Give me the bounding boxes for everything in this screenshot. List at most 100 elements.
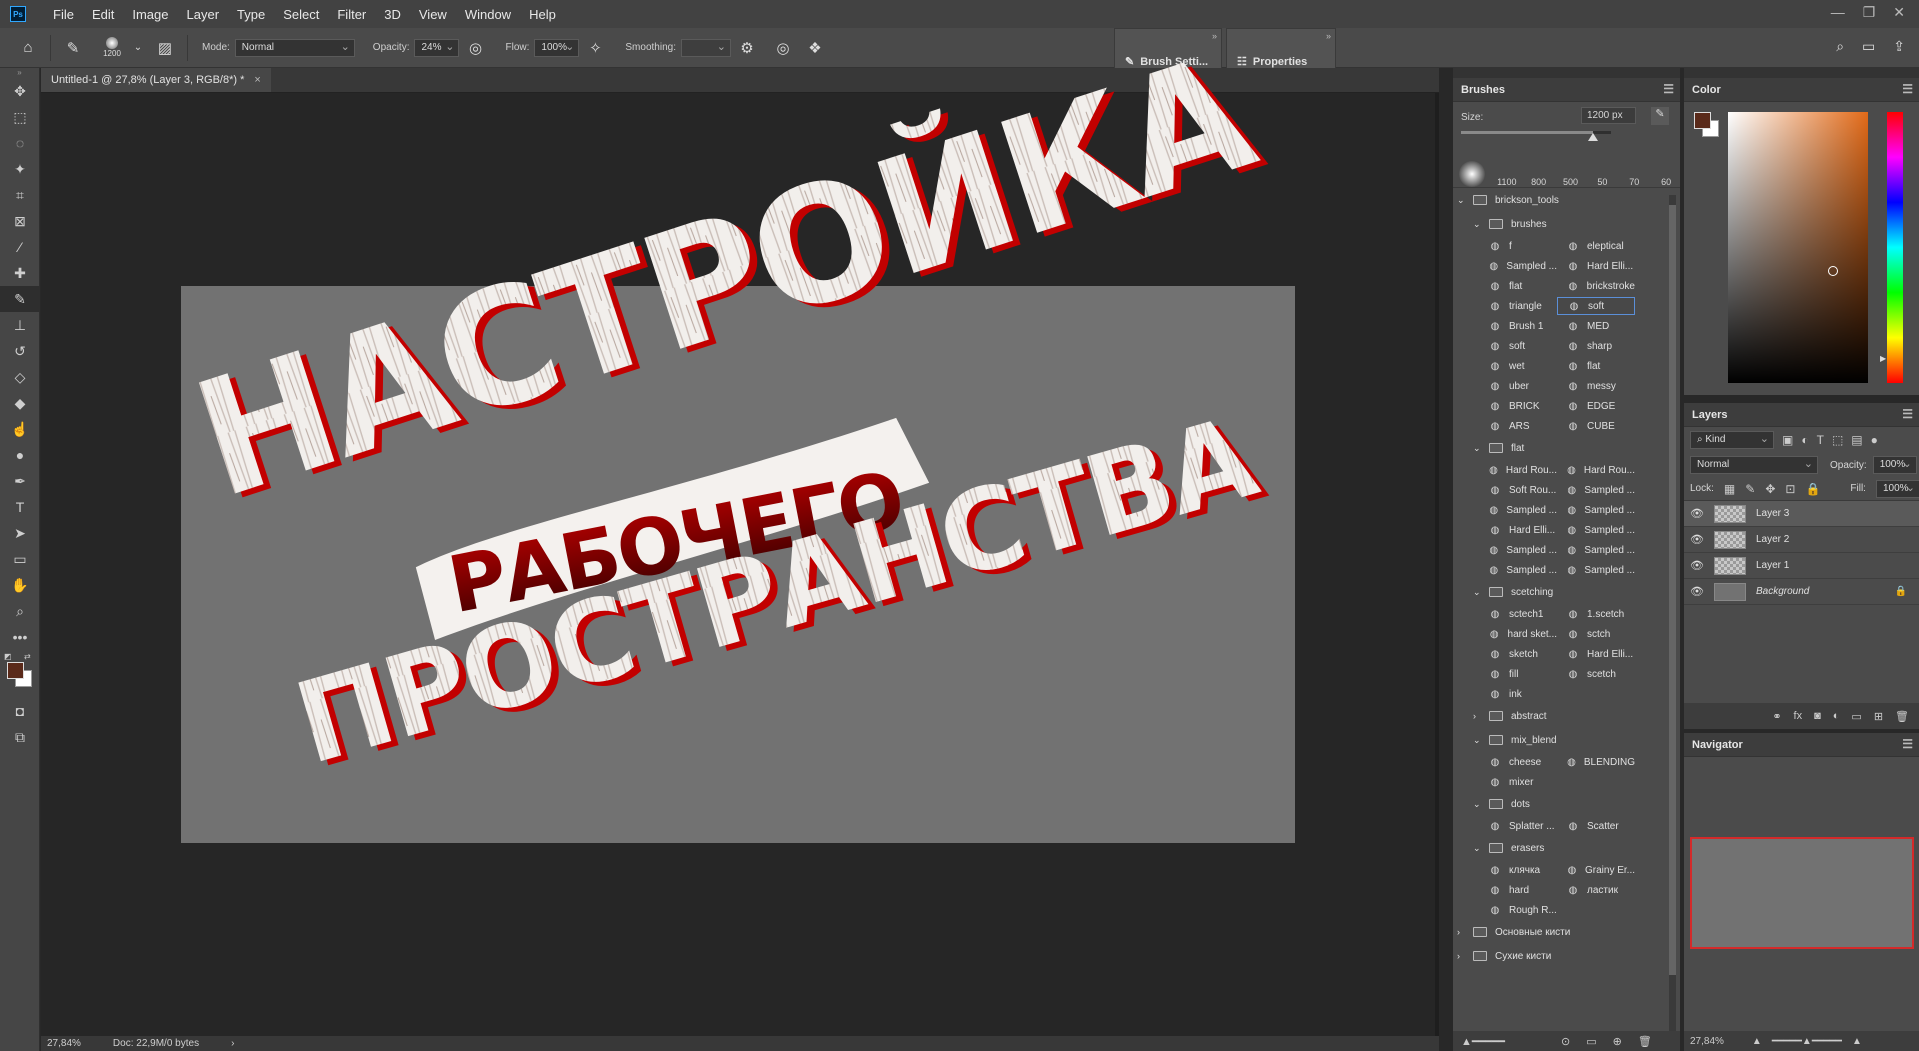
thumb-size-slider[interactable]: ▲━━━━━	[1461, 1035, 1505, 1048]
swap-colors-icon[interactable]: ⇄	[24, 652, 31, 661]
toggle-preview-icon[interactable]: ⊙	[1561, 1035, 1570, 1048]
filter-adjustment-icon[interactable]: ◐	[1801, 433, 1808, 447]
brush-item[interactable]: ◍ Rough R...	[1479, 901, 1557, 919]
brush-item[interactable]: ◍ fill	[1479, 665, 1557, 683]
brush-item[interactable]: ◍ messy	[1557, 377, 1635, 395]
visibility-eye-icon[interactable]: 👁	[1690, 507, 1704, 520]
brush-item[interactable]: ◍ cheese	[1479, 753, 1557, 771]
brush-item[interactable]: ◍ sctech1	[1479, 605, 1557, 623]
brush-list-scrollbar[interactable]	[1669, 195, 1676, 1031]
brush-item[interactable]: ◍ brickstroke	[1557, 277, 1635, 295]
layer-kind-select[interactable]: ⌕ Kind	[1690, 431, 1774, 449]
home-icon[interactable]: ⌂	[18, 38, 38, 58]
menu-window[interactable]: Window	[456, 7, 520, 22]
brush-item[interactable]: ◍ Grainy Er...	[1557, 861, 1635, 879]
preset-soft-round[interactable]	[1459, 161, 1485, 187]
eyedropper-tool-icon[interactable]: ⁄	[0, 234, 40, 260]
brush-item[interactable]: ◍ flat	[1479, 277, 1557, 295]
zoom-out-icon[interactable]: ▲	[1752, 1036, 1762, 1047]
brush-group-mix_blend[interactable]: ⌄ mix_blend	[1457, 728, 1665, 752]
visibility-eye-icon[interactable]: 👁	[1690, 585, 1704, 598]
brush-item[interactable]: ◍ Sampled ...	[1479, 501, 1557, 519]
brush-item[interactable]: ◍ ARS	[1479, 417, 1557, 435]
layer-row[interactable]: 👁 Layer 3	[1684, 501, 1919, 527]
brush-item[interactable]: ◍ 1.scetch	[1557, 605, 1635, 623]
brush-item[interactable]: ◍ sketch	[1479, 645, 1557, 663]
dodge-tool-icon[interactable]: ●	[0, 442, 40, 468]
smoothing-input[interactable]	[680, 38, 731, 57]
zoom-tool-icon[interactable]: ⌕	[0, 598, 40, 624]
filter-smart-icon[interactable]: ▤	[1851, 433, 1862, 447]
chevron-down-icon[interactable]: ⌄	[1473, 843, 1481, 854]
brush-folder[interactable]: › Основные кисти	[1457, 920, 1665, 944]
layer-name[interactable]: Background	[1756, 586, 1809, 597]
layer-opacity-input[interactable]: 100%	[1872, 456, 1917, 474]
visibility-eye-icon[interactable]: 👁	[1690, 533, 1704, 546]
panel-menu-icon[interactable]: ☰	[1902, 737, 1913, 751]
history-brush-icon[interactable]: ↺	[0, 338, 40, 364]
layer-row[interactable]: 👁 Background 🔒	[1684, 579, 1919, 605]
brush-item[interactable]: ◍ Hard Elli...	[1557, 257, 1635, 275]
scrollbar-thumb[interactable]	[1669, 205, 1676, 975]
lock-all-icon[interactable]: 🔒	[1805, 482, 1820, 496]
opacity-input[interactable]: 24%	[414, 38, 460, 57]
brush-item[interactable]: ◍ sctch	[1557, 625, 1635, 643]
brush-panel-toggle-icon[interactable]: ▨	[155, 38, 175, 58]
size-slider[interactable]	[1461, 131, 1611, 141]
panel-menu-icon[interactable]: ☰	[1663, 82, 1674, 96]
brush-preset-picker[interactable]: 1200	[97, 33, 127, 63]
default-colors-icon[interactable]: ◩	[4, 652, 12, 661]
brush-item[interactable]: ◍ Sampled ...	[1479, 561, 1557, 579]
rectangle-tool-icon[interactable]: ▭	[0, 546, 40, 572]
new-brush-footer-icon[interactable]: ⊕	[1613, 1035, 1622, 1048]
chevron-down-icon[interactable]: ⌄	[1473, 443, 1481, 454]
move-tool-icon[interactable]: ✥	[0, 78, 40, 104]
properties-button[interactable]: ☷ Properties	[1237, 55, 1307, 69]
filter-pixel-icon[interactable]: ▣	[1782, 433, 1793, 447]
size-input[interactable]: 1200 px	[1581, 107, 1636, 124]
more-tools-icon[interactable]: •••	[0, 624, 40, 650]
brush-item[interactable]: ◍ uber	[1479, 377, 1557, 395]
minimize-button[interactable]: —	[1831, 4, 1845, 21]
brush-item[interactable]: ◍ Sampled ...	[1557, 561, 1635, 579]
brush-item[interactable]: ◍ sharp	[1557, 337, 1635, 355]
color-field[interactable]	[1728, 112, 1868, 383]
frame-tool-icon[interactable]: ⊠	[0, 208, 40, 234]
chevron-down-icon[interactable]: ⌄	[1473, 587, 1481, 598]
stamp-tool-icon[interactable]: ⊥	[0, 312, 40, 338]
root-folder[interactable]: ⌄ brickson_tools	[1457, 188, 1665, 212]
menu-edit[interactable]: Edit	[83, 7, 123, 22]
filter-type-icon[interactable]: T	[1817, 433, 1824, 447]
lock-position-icon[interactable]: ✥	[1765, 482, 1775, 496]
adjustment-layer-icon[interactable]: ◐	[1833, 710, 1840, 722]
lasso-tool-icon[interactable]: ◌	[0, 130, 40, 156]
navigator-zoom[interactable]: 27,84%	[1690, 1036, 1724, 1047]
type-tool-icon[interactable]: T	[0, 494, 40, 520]
brush-item[interactable]: ◍ Hard Elli...	[1479, 521, 1557, 539]
chevron-right-icon[interactable]: ›	[1457, 951, 1465, 961]
brush-item[interactable]: ◍ Soft Rou...	[1479, 481, 1557, 499]
brush-group-abstract[interactable]: › abstract	[1457, 704, 1665, 728]
brush-item[interactable]: ◍ BRICK	[1479, 397, 1557, 415]
brush-item[interactable]: ◍ Sampled ...	[1557, 541, 1635, 559]
brush-group-erasers[interactable]: ⌄ erasers	[1457, 836, 1665, 860]
chevron-down-icon[interactable]: ⌄	[1457, 195, 1465, 206]
layer-name[interactable]: Layer 3	[1756, 508, 1789, 519]
preset-6[interactable]: 60	[1652, 177, 1680, 187]
brush-tool-icon[interactable]: ✎	[63, 38, 83, 58]
hue-slider[interactable]	[1887, 112, 1903, 383]
chevron-down-icon[interactable]: ⌄	[1473, 799, 1481, 810]
brush-item[interactable]: ◍ Sampled ...	[1557, 501, 1635, 519]
layer-row[interactable]: 👁 Layer 2	[1684, 527, 1919, 553]
marquee-tool-icon[interactable]: ⬚	[0, 104, 40, 130]
brush-item[interactable]: ◍ Splatter ...	[1479, 817, 1557, 835]
pressure-size-icon[interactable]: ◎	[773, 38, 793, 58]
brush-item[interactable]: ◍ Hard Rou...	[1557, 461, 1635, 479]
workspace-icon[interactable]: ▭	[1862, 38, 1875, 55]
bucket-tool-icon[interactable]: ◆	[0, 390, 40, 416]
foreground-color-swatch[interactable]	[7, 662, 24, 679]
vertical-scrollbar[interactable]	[1435, 93, 1439, 1036]
delete-layer-icon[interactable]: 🗑	[1895, 710, 1909, 723]
delete-brush-icon[interactable]: 🗑	[1638, 1035, 1652, 1048]
brush-item[interactable]: ◍ Sampled ...	[1557, 521, 1635, 539]
